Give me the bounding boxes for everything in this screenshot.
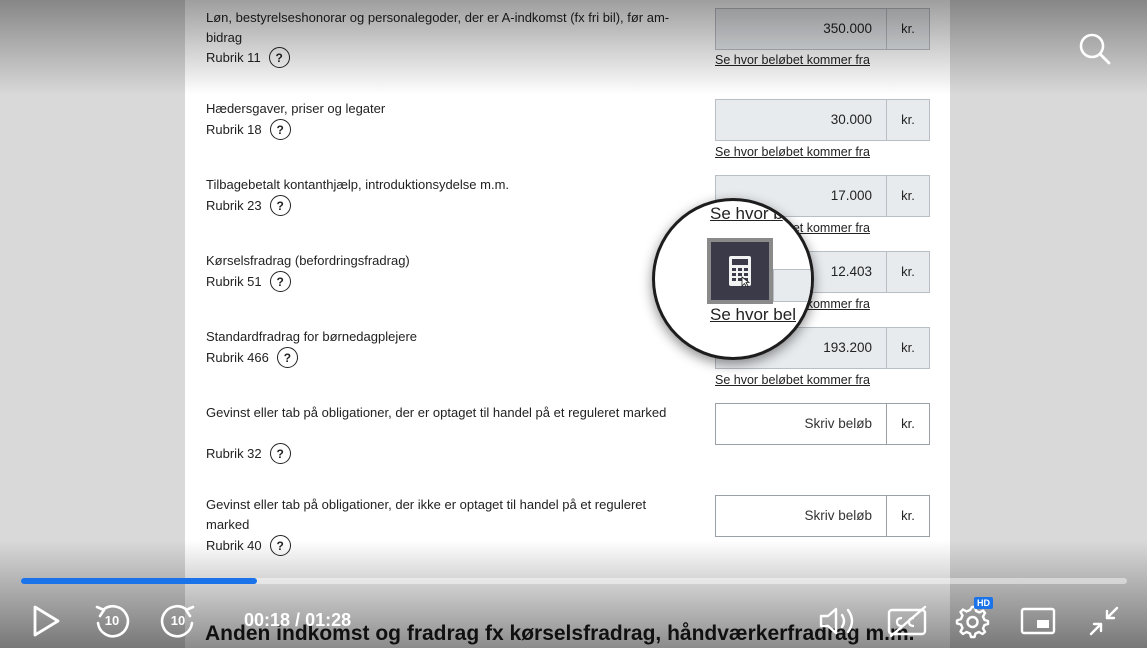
search-button[interactable]	[1076, 30, 1114, 68]
row-label: Gevinst eller tab på obligationer, der i…	[206, 497, 647, 532]
rubrik-number: Rubrik 466	[206, 349, 269, 365]
help-icon[interactable]: ?	[269, 443, 291, 464]
currency-unit: kr.	[886, 252, 929, 292]
video-progress-bar[interactable]	[21, 578, 1127, 584]
exit-fullscreen-icon	[1089, 606, 1119, 636]
help-icon[interactable]: ?	[269, 119, 291, 140]
rubrik-label: Rubrik 18 ?	[206, 119, 291, 140]
currency-unit: kr.	[886, 328, 929, 368]
row-label: Kørselsfradrag (befordringsfradrag)	[206, 253, 410, 268]
currency-unit: kr.	[886, 404, 929, 444]
amount-placeholder: Skriv beløb	[804, 416, 872, 431]
currency-unit: kr.	[886, 496, 929, 536]
magnified-amount-field	[773, 269, 811, 302]
help-icon[interactable]: ?	[269, 195, 291, 216]
rubrik-label: Rubrik 23 ?	[206, 195, 291, 216]
amount-placeholder: Skriv beløb	[804, 508, 872, 523]
background-right	[950, 0, 1147, 648]
forward-label: 10	[170, 613, 186, 628]
calculator-icon	[729, 256, 751, 287]
video-frame: Løn, bestyrelseshonorar og personalegode…	[0, 0, 1147, 648]
source-link[interactable]: Se hvor beløbet kommer fra	[715, 373, 870, 387]
help-icon[interactable]: ?	[276, 347, 298, 368]
search-icon	[1079, 33, 1111, 65]
captions-button[interactable]	[884, 598, 930, 644]
row-label: Tilbagebetalt kontanthjælp, introduktion…	[206, 177, 510, 192]
help-icon[interactable]: ?	[268, 47, 290, 68]
row-label: Hædersgaver, priser og legater	[206, 101, 386, 116]
hd-badge: HD	[974, 597, 993, 609]
rubrik-label: Rubrik 32 ?	[206, 443, 291, 464]
time-display: 00:18 / 01:28	[244, 610, 351, 631]
rubrik-number: Rubrik 18	[206, 121, 262, 137]
amount-input[interactable]: Skriv beløb kr.	[715, 495, 930, 537]
volume-icon	[819, 607, 854, 635]
rubrik-number: Rubrik 11	[206, 49, 261, 65]
picture-in-picture-icon	[1020, 607, 1056, 635]
video-progress-fill	[21, 578, 257, 584]
source-link[interactable]: Se hvor beløbet kommer fra	[715, 53, 870, 67]
help-icon[interactable]: ?	[269, 535, 291, 556]
rubrik-number: Rubrik 23	[206, 197, 262, 213]
rubrik-label: Rubrik 40 ?	[206, 535, 291, 556]
amount-value: 30.000	[830, 112, 872, 127]
row-label: Gevinst eller tab på obligationer, der e…	[206, 405, 667, 420]
time-separator: /	[290, 610, 306, 630]
magnified-source-link: Se hvor bel	[710, 305, 796, 324]
rubrik-number: Rubrik 40	[206, 537, 262, 553]
amount-input[interactable]: Skriv beløb kr.	[715, 403, 930, 445]
currency-unit: kr.	[886, 9, 929, 49]
magnified-source-link: Se hvor b	[710, 204, 783, 223]
amount-value: 350.000	[823, 21, 872, 36]
picture-in-picture-button[interactable]	[1016, 598, 1060, 644]
play-icon	[33, 605, 60, 637]
amount-field[interactable]: 30.000 kr.	[715, 99, 930, 141]
tax-form-page: Løn, bestyrelseshonorar og personalegode…	[185, 0, 950, 648]
help-icon[interactable]: ?	[269, 271, 291, 292]
row-label: Standardfradrag for børnedagplejere	[206, 329, 418, 344]
rubrik-label: Rubrik 51 ?	[206, 271, 291, 292]
magnifier-overlay: Se hvor b Se hvor bel	[652, 198, 814, 360]
rubrik-number: Rubrik 51	[206, 273, 262, 289]
forward-10-button[interactable]: 10	[156, 598, 200, 644]
amount-field[interactable]: 350.000 kr.	[715, 8, 930, 50]
rubrik-label: Rubrik 11 ?	[206, 47, 290, 68]
row-label: Løn, bestyrelseshonorar og personalegode…	[206, 10, 670, 45]
source-link[interactable]: Se hvor beløbet kommer fra	[715, 145, 870, 159]
currency-unit: kr.	[886, 176, 929, 216]
rewind-10-button[interactable]: 10	[90, 598, 134, 644]
current-time: 00:18	[244, 610, 291, 630]
captions-off-icon	[887, 605, 927, 638]
rewind-label: 10	[104, 613, 120, 628]
currency-unit: kr.	[886, 100, 929, 140]
rubrik-label: Rubrik 466 ?	[206, 347, 298, 368]
rubrik-number: Rubrik 32	[206, 445, 262, 461]
play-button[interactable]	[26, 598, 66, 644]
total-time: 01:28	[305, 610, 352, 630]
exit-fullscreen-button[interactable]	[1082, 598, 1126, 644]
calculator-button[interactable]	[707, 238, 773, 304]
volume-button[interactable]	[816, 598, 862, 644]
background-left	[0, 0, 185, 648]
